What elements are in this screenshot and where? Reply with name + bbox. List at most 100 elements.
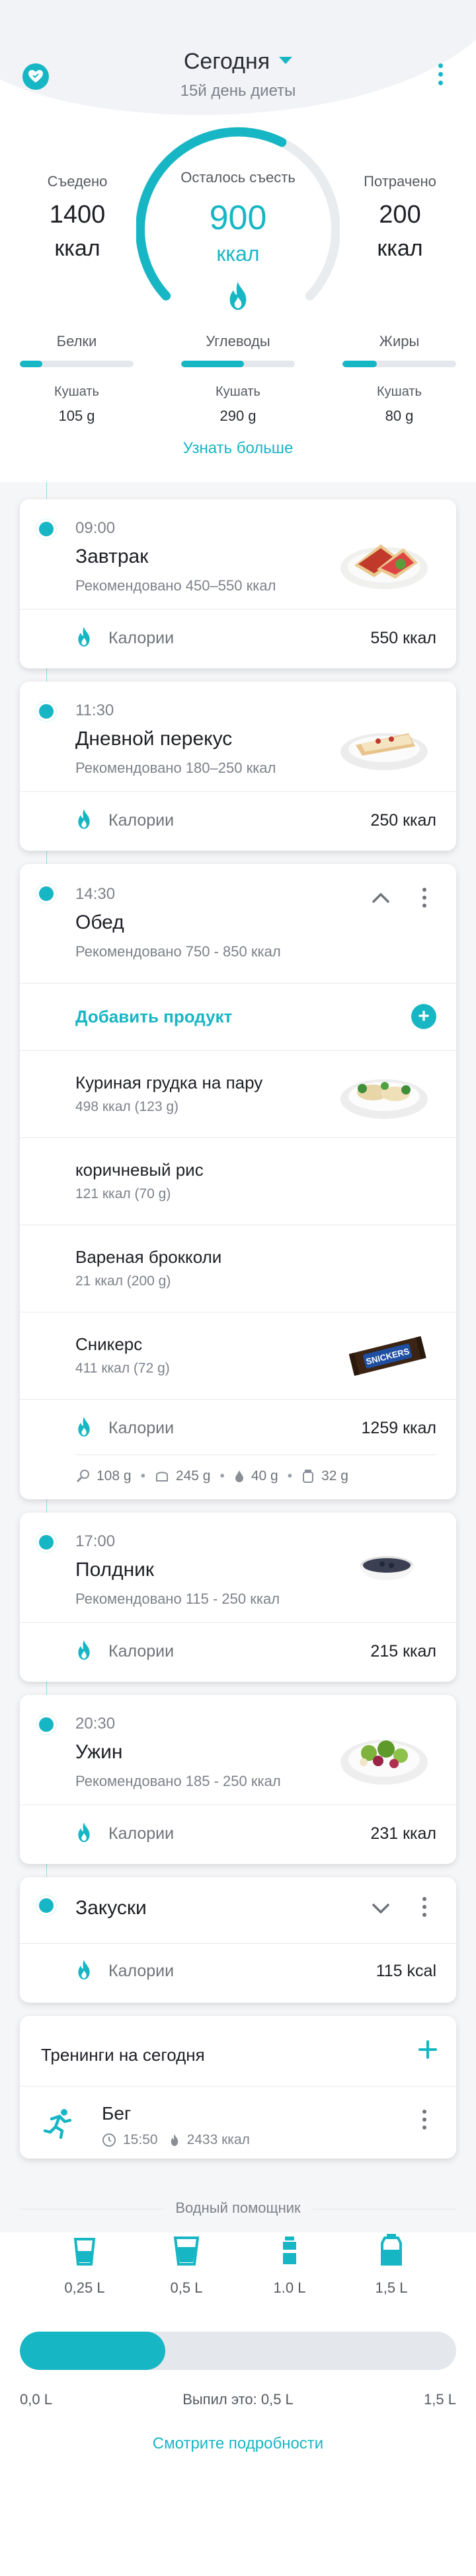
burned-stat: Потрачено 200 ккал xyxy=(350,173,450,262)
eaten-unit: ккал xyxy=(54,236,100,261)
add-product-row[interactable]: Добавить продукт + xyxy=(20,983,456,1050)
flame-icon xyxy=(74,1639,94,1664)
water-max-label: 1,5 L xyxy=(424,2391,456,2408)
meal-card-dinner[interactable]: 20:30 Ужин Рекомендовано 185 - 250 ккал … xyxy=(20,1695,456,1864)
flame-icon xyxy=(74,808,94,833)
meal-recommendation: Рекомендовано 750 - 850 ккал xyxy=(75,943,281,960)
meal-card-snack[interactable]: 11:30 Дневной перекус Рекомендовано 180–… xyxy=(20,682,456,851)
food-desc: 411 ккал (72 g) xyxy=(75,1361,170,1376)
meal-recommendation: Рекомендовано 180–250 ккал xyxy=(75,760,276,776)
chevron-down-icon[interactable] xyxy=(372,1902,390,1914)
flame-icon xyxy=(74,626,94,651)
calories-label: Калории xyxy=(108,1824,175,1843)
calories-label: Калории xyxy=(108,1642,175,1661)
meal-card-lunch[interactable]: 14:30 Обед Рекомендовано 750 - 850 ккал … xyxy=(20,864,456,1499)
calories-row: Калории 250 ккал xyxy=(20,791,456,851)
small-glass-icon xyxy=(73,2238,96,2266)
nutrient-value: 32 g xyxy=(321,1468,348,1484)
yogurt-food-image xyxy=(360,1556,413,1581)
eaten-value: 1400 xyxy=(49,201,106,229)
training-calories: 2433 ккал xyxy=(186,2132,250,2147)
date-selector[interactable]: Сегодня xyxy=(0,49,476,75)
large-bottle-icon xyxy=(381,2234,402,2266)
meal-name: Закуски xyxy=(75,1897,147,1919)
food-item[interactable]: Сникерс 411 ккал (72 g) SNICKERS xyxy=(20,1312,456,1399)
food-desc: 121 ккал (70 g) xyxy=(75,1186,171,1201)
calories-label: Калории xyxy=(108,1419,175,1437)
remaining-value: 900 xyxy=(209,199,267,237)
food-item[interactable]: Вареная брокколи 21 ккал (200 g) xyxy=(20,1225,456,1312)
water-option-10[interactable]: 1.0 L xyxy=(250,2235,329,2297)
food-desc: 498 ккал (123 g) xyxy=(75,1099,179,1114)
calories-row: Калории 231 ккал xyxy=(20,1805,456,1864)
chevron-up-icon[interactable] xyxy=(372,892,390,904)
meal-time: 20:30 xyxy=(75,1715,116,1733)
water-progress-bar xyxy=(20,2332,456,2370)
bread-icon xyxy=(155,1470,169,1483)
timeline-dot xyxy=(36,1715,56,1735)
water-option-15[interactable]: 1,5 L xyxy=(352,2233,431,2297)
timeline-dot xyxy=(36,701,56,721)
meal-card-afternoon-snack[interactable]: 17:00 Полдник Рекомендовано 115 - 250 кк… xyxy=(20,1513,456,1682)
water-option-05[interactable]: 0,5 L xyxy=(147,2235,226,2297)
meal-card-snacks[interactable]: Закуски Калории 115 kcal xyxy=(20,1877,456,2003)
more-menu-icon[interactable] xyxy=(432,63,448,85)
food-name: коричневый рис xyxy=(75,1160,204,1180)
calories-label: Калории xyxy=(108,1962,175,1980)
bottle-icon xyxy=(283,2236,296,2264)
add-training-plus-icon[interactable] xyxy=(418,2040,438,2059)
meal-more-icon[interactable] xyxy=(416,888,432,908)
training-meta: 15:50 2433 ккал xyxy=(102,2132,250,2148)
learn-more-link[interactable]: Узнать больше xyxy=(0,439,476,458)
meal-recommendation: Рекомендовано 185 - 250 ккал xyxy=(75,1773,281,1789)
macro-sub-label: Кушать xyxy=(54,384,99,399)
training-more-icon[interactable] xyxy=(416,2110,432,2129)
macro-grams: 105 g xyxy=(58,408,95,424)
food-item[interactable]: коричневый рис 121 ккал (70 g) xyxy=(20,1137,456,1225)
meal-name: Завтрак xyxy=(75,546,149,567)
calories-value: 231 ккал xyxy=(370,1824,436,1843)
glass-icon xyxy=(173,2236,200,2266)
food-item[interactable]: Куриная грудка на пару 498 ккал (123 g) xyxy=(20,1050,456,1137)
calories-value: 1259 ккал xyxy=(361,1419,436,1437)
meal-name: Обед xyxy=(75,912,124,933)
food-name: Сникерс xyxy=(75,1334,143,1354)
see-details-link[interactable]: Смотрите подробности xyxy=(0,2435,476,2453)
timeline-dot xyxy=(36,519,56,539)
flame-icon xyxy=(74,1416,94,1441)
food-name: Куриная грудка на пару xyxy=(75,1073,263,1092)
burned-label: Потрачено xyxy=(364,173,436,190)
drop-icon xyxy=(234,1469,245,1484)
calories-value: 250 ккал xyxy=(370,811,436,830)
running-icon xyxy=(43,2109,72,2139)
meal-name: Ужин xyxy=(75,1741,123,1763)
water-option-025[interactable]: 0,25 L xyxy=(45,2235,124,2297)
training-item[interactable]: Бег 15:50 2433 ккал xyxy=(20,2086,456,2159)
water-title: Водный помощник xyxy=(163,2200,313,2216)
breakfast-food-image xyxy=(340,544,428,589)
macro-carbs: Углеводы Кушать 290 g xyxy=(181,333,295,425)
calories-row: Калории 215 ккал xyxy=(20,1622,456,1682)
meal-more-icon[interactable] xyxy=(416,1897,432,1917)
macro-progress-bar xyxy=(342,361,456,367)
burned-value: 200 xyxy=(379,201,421,229)
timeline-dot xyxy=(36,884,56,904)
macro-label: Углеводы xyxy=(206,333,270,349)
water-option-label: 0,25 L xyxy=(64,2279,105,2296)
snickers-food-image: SNICKERS xyxy=(348,1336,426,1377)
diet-day-subtitle: 15й день диеты xyxy=(180,82,296,100)
flame-icon xyxy=(74,1822,94,1846)
remaining-stat: Осталось съесть 900 ккал xyxy=(136,169,340,266)
macro-progress-bar xyxy=(20,361,134,367)
food-desc: 21 ккал (200 g) xyxy=(75,1273,171,1289)
clock-icon xyxy=(102,2133,116,2147)
macro-label: Жиры xyxy=(379,333,420,349)
meal-recommendation: Рекомендовано 450–550 ккал xyxy=(75,577,276,594)
nutrient-value: 108 g xyxy=(97,1468,132,1484)
water-title-wrap: Водный помощник xyxy=(0,2200,476,2217)
meal-card-breakfast[interactable]: 09:00 Завтрак Рекомендовано 450–550 ккал… xyxy=(20,499,456,668)
chicken-food-image xyxy=(340,1079,428,1119)
macro-progress-bar xyxy=(181,361,295,367)
training-title: Тренинги на сегодня xyxy=(41,2045,205,2065)
add-product-plus-icon[interactable]: + xyxy=(411,1004,436,1029)
